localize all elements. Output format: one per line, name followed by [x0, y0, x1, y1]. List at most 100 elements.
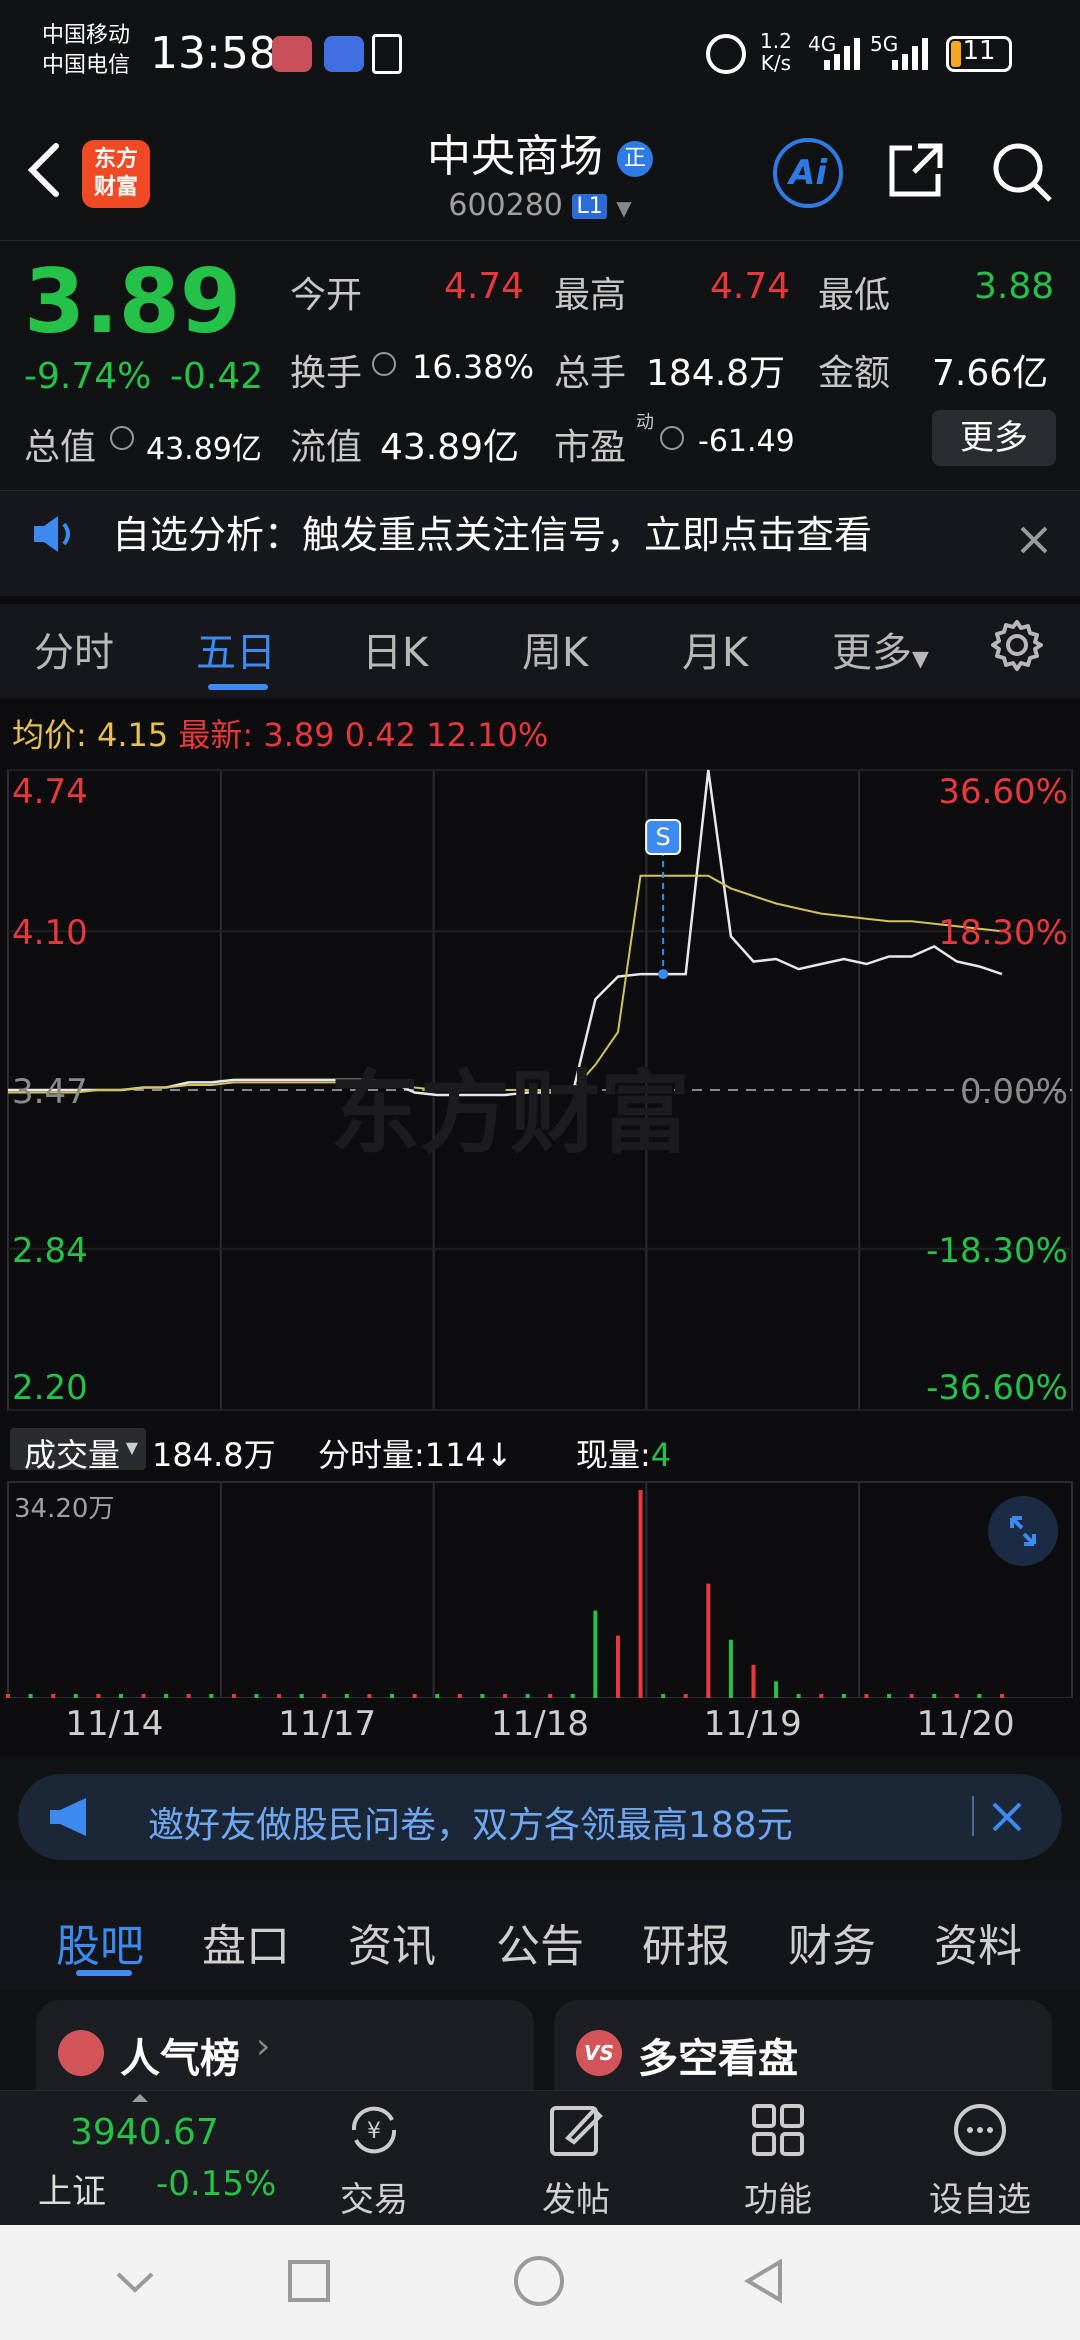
- volume-bar: [164, 1694, 169, 1698]
- megaphone-icon: [50, 1798, 86, 1836]
- volume-bar: [887, 1694, 892, 1698]
- volume-selector-label: 成交量: [24, 1436, 121, 1474]
- nav-post-label: 发帖: [542, 2180, 610, 2220]
- grid-icon: [752, 2104, 804, 2156]
- chevron-down-icon[interactable]: [110, 2262, 160, 2302]
- voice-notification-icon: [324, 36, 364, 72]
- notice-text: 自选分析：触发重点关注信号，立即点击查看: [112, 513, 873, 557]
- index-name: 上证: [38, 2172, 106, 2212]
- volume-bar: [593, 1610, 598, 1698]
- nav-add-watchlist-label: 设自选: [929, 2180, 1031, 2220]
- change-value: -0.42: [170, 356, 264, 397]
- tab-pankou[interactable]: 盘口: [202, 1910, 290, 1974]
- volume-bar: [774, 1681, 779, 1698]
- close-icon[interactable]: [990, 1800, 1024, 1834]
- home-circle-icon[interactable]: [514, 2256, 564, 2306]
- tab-profile[interactable]: 资料: [934, 1910, 1022, 1974]
- close-icon[interactable]: [1018, 524, 1050, 556]
- volume-bar: [503, 1694, 507, 1698]
- nav-trade-label: 交易: [340, 2180, 408, 2220]
- stock-name: 中央商场: [427, 131, 603, 182]
- current-volume-label: 现量:: [576, 1436, 651, 1474]
- volume-bar: [864, 1694, 869, 1698]
- volume-bar: [51, 1694, 56, 1698]
- y-tick-right: 0.00%: [959, 1072, 1068, 1112]
- volume-selector[interactable]: 成交量 ▼: [10, 1428, 146, 1474]
- y-tick-right: 36.60%: [938, 772, 1068, 812]
- volume-bar: [954, 1694, 959, 1698]
- volume-bar: [186, 1694, 191, 1698]
- recents-square-icon[interactable]: [288, 2260, 330, 2302]
- volume-bar: [254, 1694, 259, 1698]
- volume-bar: [977, 1694, 982, 1698]
- tab-monthly-k[interactable]: 月K: [682, 620, 748, 678]
- volume-value: 184.8万: [646, 353, 786, 394]
- nav-trade[interactable]: ¥ 交易: [294, 2094, 454, 2224]
- tab-finance[interactable]: 财务: [788, 1910, 876, 1974]
- avg-label: 均价:: [12, 716, 87, 754]
- yuan-exchange-icon: ¥: [351, 2106, 397, 2154]
- info-icon[interactable]: [110, 426, 134, 450]
- volume-bar: [525, 1694, 530, 1698]
- volume-bar: [706, 1583, 711, 1698]
- tab-research[interactable]: 研报: [642, 1910, 730, 1974]
- volume-bar: [73, 1694, 78, 1698]
- chart-info-row: 均价: 4.15 最新: 3.89 0.42 12.10%: [12, 710, 548, 756]
- volume-bar: [435, 1694, 440, 1698]
- latest-change: 0.42: [344, 716, 417, 754]
- tab-announcements[interactable]: 公告: [496, 1910, 584, 1974]
- volume-bar: [751, 1664, 756, 1698]
- volume-bar: [480, 1694, 485, 1698]
- volume-bar: [638, 1490, 643, 1698]
- nfc-icon: [372, 34, 402, 74]
- low-value: 3.88: [974, 266, 1055, 307]
- vs-icon: VS: [576, 2030, 622, 2076]
- tab-intraday[interactable]: 分时: [34, 620, 114, 678]
- stock-code: 600280: [448, 188, 563, 223]
- volume-chart[interactable]: [0, 1478, 1080, 1698]
- nav-functions-label: 功能: [744, 2180, 812, 2220]
- tab-more[interactable]: 更多▼: [832, 620, 929, 678]
- pe-label: 市盈: [554, 427, 627, 468]
- latest-value: 3.89: [263, 716, 335, 754]
- tab-daily-k[interactable]: 日K: [362, 620, 428, 678]
- search-icon[interactable]: [990, 140, 1054, 204]
- signal-marker-dot: [658, 969, 669, 980]
- volume-bar: [728, 1639, 733, 1698]
- edit-icon: [550, 2106, 603, 2156]
- share-icon[interactable]: [886, 140, 946, 200]
- ai-button[interactable]: Ai: [773, 138, 843, 208]
- volume-bar: [390, 1694, 395, 1698]
- tab-news[interactable]: 资讯: [348, 1910, 436, 1974]
- nav-post[interactable]: 发帖: [496, 2094, 656, 2224]
- volume-bar: [661, 1694, 666, 1698]
- tab-weekly-k[interactable]: 周K: [522, 620, 588, 678]
- nav-functions[interactable]: 功能: [698, 2094, 858, 2224]
- volume-frame: [7, 1481, 1073, 1698]
- watermark: 东方财富: [330, 1061, 690, 1166]
- nav-add-watchlist[interactable]: 设自选: [900, 2094, 1060, 2224]
- info-icon[interactable]: [372, 352, 396, 376]
- y-tick-left: 4.10: [12, 913, 88, 954]
- tab-five-day[interactable]: 五日: [196, 620, 276, 678]
- amount-label: 金额: [818, 353, 891, 394]
- clock: 13:58: [150, 28, 277, 79]
- net-speed-value: 1.2: [760, 29, 792, 53]
- volume-bar: [96, 1694, 101, 1698]
- settings-gear-icon[interactable]: [990, 618, 1044, 672]
- volume-total: 184.8万: [152, 1436, 276, 1474]
- back-triangle-icon[interactable]: [740, 2256, 790, 2306]
- total-mv-label: 总值: [24, 427, 97, 468]
- volume-bar: [796, 1694, 801, 1698]
- expand-chart-button[interactable]: [988, 1496, 1058, 1566]
- tab-guba[interactable]: 股吧: [56, 1910, 144, 1974]
- volume-bar: [457, 1694, 462, 1698]
- net-speed-unit: K/s: [760, 51, 792, 75]
- volume-bar: [932, 1694, 937, 1698]
- volume-bar: [615, 1635, 620, 1698]
- volume-bar: [412, 1694, 417, 1698]
- info-icon[interactable]: [660, 426, 684, 450]
- more-quote-button[interactable]: 更多: [932, 410, 1056, 466]
- index-value[interactable]: 3940.67: [70, 2112, 219, 2153]
- verified-badge: 正: [617, 141, 653, 177]
